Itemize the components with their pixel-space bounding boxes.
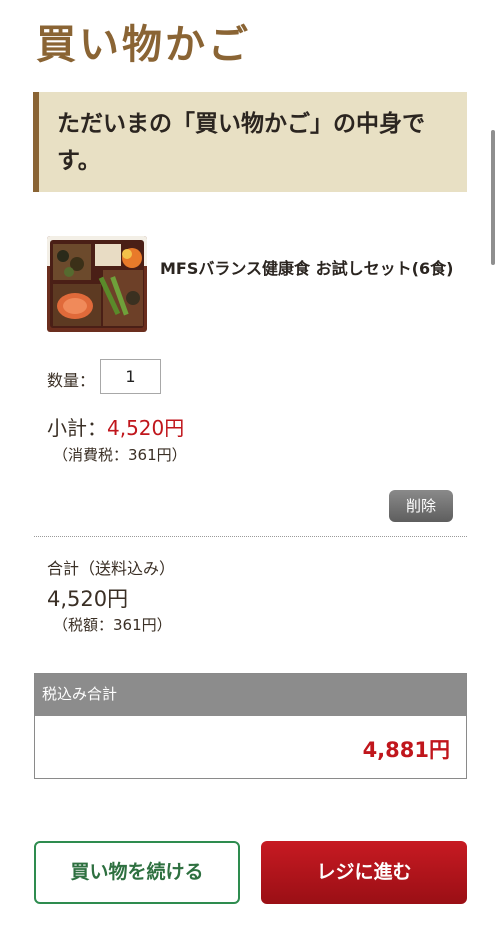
scrollbar[interactable]	[491, 130, 495, 265]
grand-total-box: 税込み合計 4,881円	[34, 673, 467, 779]
subtotal-tax: （消費税：361円）	[53, 446, 187, 464]
product-image[interactable]	[47, 236, 147, 332]
subtotal: 小計：4,520円	[47, 412, 184, 441]
continue-shopping-button[interactable]: 買い物を続ける	[34, 841, 240, 904]
delete-button[interactable]: 削除	[389, 490, 453, 522]
quantity-label: 数量：	[47, 371, 96, 390]
quantity-input[interactable]: 1	[100, 359, 161, 394]
cart-notice: ただいまの「買い物かご」の中身です。	[33, 92, 467, 192]
proceed-to-checkout-button[interactable]: レジに進む	[261, 841, 467, 904]
total-value: 4,520円	[47, 587, 129, 611]
page-title: 買い物かご	[36, 22, 251, 68]
grand-total-header: 税込み合計	[35, 674, 466, 716]
total-label: 合計（送料込み）	[47, 559, 176, 578]
grand-total-value: 4,881円	[362, 738, 450, 762]
product-name[interactable]: MFSバランス健康食 お試しセット(6食)	[160, 256, 460, 282]
subtotal-price: 4,520円	[107, 416, 185, 440]
subtotal-label: 小計：	[47, 416, 107, 440]
divider	[34, 536, 467, 537]
total-tax: （税額：361円）	[53, 616, 172, 634]
